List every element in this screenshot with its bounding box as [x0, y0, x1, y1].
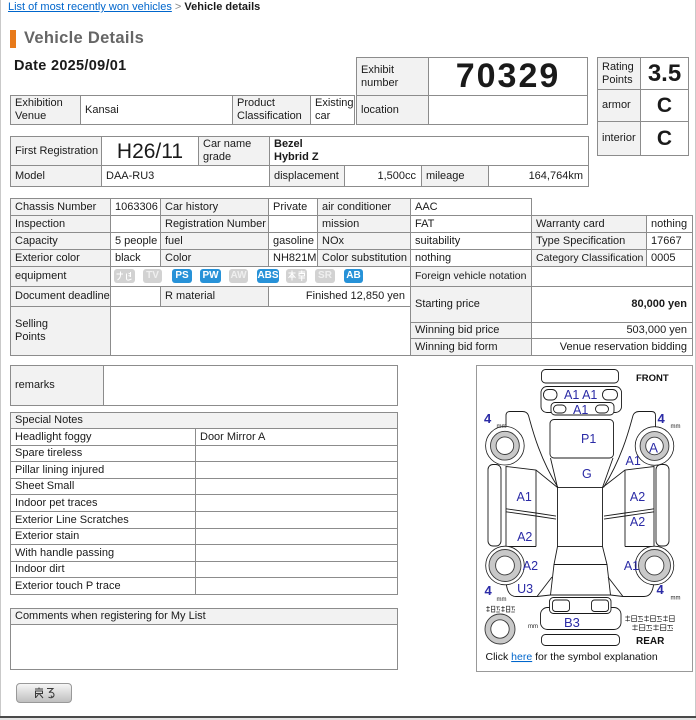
svg-text:B3: B3 [564, 615, 580, 630]
svg-text:A1: A1 [624, 559, 639, 573]
svg-text:4: 4 [484, 411, 492, 426]
svg-text:Click here for the symbol expl: Click here for the symbol explanation [486, 651, 658, 663]
svg-text:A2: A2 [630, 490, 645, 504]
svg-text:A: A [649, 441, 658, 456]
svg-text:U3: U3 [517, 582, 533, 596]
svg-text:P1: P1 [581, 432, 596, 446]
svg-text:A1: A1 [626, 454, 641, 468]
svg-text:mm: mm [528, 624, 538, 630]
svg-text:mm: mm [497, 424, 507, 430]
svg-text:mm: mm [671, 424, 681, 430]
svg-text:G: G [582, 467, 592, 481]
svg-text:mm: mm [671, 596, 681, 602]
svg-text:A2: A2 [523, 559, 538, 573]
svg-text:4: 4 [485, 583, 493, 598]
svg-text:A2: A2 [517, 530, 532, 544]
svg-text:mm: mm [497, 597, 507, 603]
svg-text:A1: A1 [517, 490, 532, 504]
svg-text:4: 4 [657, 582, 665, 597]
svg-text:A1: A1 [573, 403, 588, 417]
svg-text:REAR: REAR [636, 636, 665, 647]
svg-text:FRONT: FRONT [636, 373, 669, 384]
svg-text:4: 4 [658, 411, 666, 426]
svg-text:A1 A1: A1 A1 [564, 388, 597, 402]
svg-text:A2: A2 [630, 515, 645, 529]
